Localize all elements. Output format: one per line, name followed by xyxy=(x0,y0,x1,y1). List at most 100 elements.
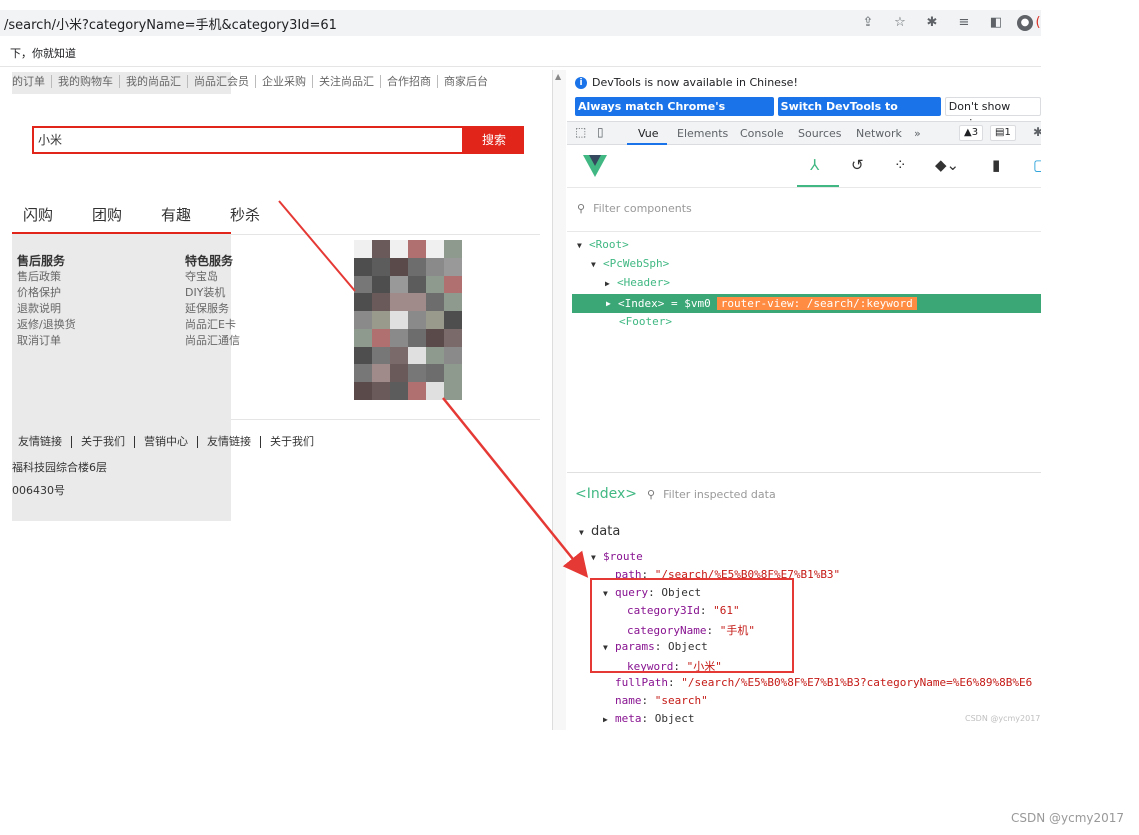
nav-item-fun[interactable]: 有趣 xyxy=(161,204,191,225)
device-toggle-icon[interactable]: ▯ xyxy=(597,125,604,139)
tab-network[interactable]: Network xyxy=(856,127,902,140)
service-link[interactable]: 取消订单 xyxy=(17,333,76,349)
topnav-item[interactable]: 企业采购 xyxy=(256,75,313,88)
inspect-element-icon[interactable]: ⬚ xyxy=(575,125,586,139)
messages-badge[interactable]: ▤1 xyxy=(990,125,1016,141)
icp-text: 006430号 xyxy=(12,484,65,497)
filter-inspected-data[interactable]: Filter inspected data xyxy=(663,488,776,501)
settings-icon[interactable]: ✱ xyxy=(1033,125,1041,139)
tab-console[interactable]: Console xyxy=(740,127,784,140)
service-link[interactable]: DIY装机 xyxy=(185,285,240,301)
data-row[interactable]: name: "search" xyxy=(615,694,708,707)
tab-elements[interactable]: Elements xyxy=(677,127,728,140)
data-section[interactable]: ▼ data xyxy=(579,524,620,539)
nav-item-group[interactable]: 团购 xyxy=(92,204,122,225)
qr-pixel xyxy=(372,328,390,347)
filter-components[interactable]: ⚲ Filter components xyxy=(577,202,692,215)
devtools-tabbar: ⬚ ▯ Vue Elements Console Sources Network… xyxy=(567,121,1041,145)
watermark: CSDN @ycmy2017 xyxy=(965,714,1041,723)
reading-list-icon[interactable]: ≡ xyxy=(953,13,975,33)
topnav-item[interactable]: 尚品汇会员 xyxy=(188,75,256,88)
active-tool-indicator xyxy=(797,185,839,187)
tab-sources[interactable]: Sources xyxy=(798,127,842,140)
qr-pixel xyxy=(354,346,372,365)
chart-icon[interactable]: ▮ xyxy=(992,156,1000,174)
service-link[interactable]: 夺宝岛 xyxy=(185,269,240,285)
topnav-item[interactable]: 我的尚品汇 xyxy=(120,75,188,88)
side-panel-icon[interactable]: ◧ xyxy=(985,13,1007,33)
update-icon[interactable]: ( xyxy=(1035,13,1041,33)
tree-node-index[interactable]: ▶ <Index> = $vm0 router-view: /search/:key… xyxy=(572,294,1041,313)
data-row[interactable]: ▼ $route xyxy=(591,550,643,563)
topnav-item[interactable]: 关注尚品汇 xyxy=(313,75,381,88)
tree-node-footer[interactable]: <Footer> xyxy=(619,315,672,328)
more-tabs-icon[interactable]: » xyxy=(914,127,921,140)
qr-pixel xyxy=(408,382,426,400)
service-link[interactable]: 价格保护 xyxy=(17,285,76,301)
data-row[interactable]: ▶ meta: Object xyxy=(603,712,695,725)
address-bar[interactable]: /search/小米?categoryName=手机&category3Id=6… xyxy=(0,10,1041,36)
data-key: name xyxy=(615,694,642,707)
highlight-box xyxy=(590,578,794,673)
share-icon[interactable]: ⇪ xyxy=(857,13,879,33)
scroll-up-icon[interactable]: ▲ xyxy=(555,72,561,81)
warnings-badge[interactable]: ▲3 xyxy=(959,125,984,141)
infobar-buttons: Always match Chrome's language Switch De… xyxy=(575,97,1041,132)
messages-count: 1 xyxy=(1004,127,1011,138)
topnav-item[interactable]: 我的购物车 xyxy=(52,75,120,88)
profile-icon[interactable]: ● xyxy=(1017,15,1033,31)
nav-item-seckill[interactable]: 秒杀 xyxy=(230,204,260,225)
extensions-icon[interactable]: ✱ xyxy=(921,13,943,33)
service-link[interactable]: 尚品汇E卡 xyxy=(185,317,240,333)
tree-node-header[interactable]: ▶ <Header> xyxy=(605,276,670,289)
nav-item-flash[interactable]: 闪购 xyxy=(23,204,53,225)
footer-link[interactable]: 营销中心 xyxy=(135,436,198,448)
topnav-item[interactable]: 商家后台 xyxy=(438,75,494,88)
footer-link[interactable]: 关于我们 xyxy=(261,436,323,448)
qr-pixel xyxy=(426,275,444,294)
service-link[interactable]: 返修/退换货 xyxy=(17,317,76,333)
site-nav: 闪购 团购 有趣 秒杀 xyxy=(23,204,299,225)
tree-node-root[interactable]: ▼ <Root> xyxy=(577,238,629,251)
bookmark-item[interactable]: 下，你就知道 xyxy=(10,45,76,61)
performance-icon[interactable]: ⁘ xyxy=(894,156,907,174)
qr-pixel xyxy=(354,328,372,347)
qr-pixel xyxy=(408,293,426,312)
components-icon[interactable]: ⅄ xyxy=(810,156,819,174)
qr-pixel xyxy=(444,257,462,276)
warnings-count: 3 xyxy=(971,127,979,138)
active-tab-indicator xyxy=(627,143,667,145)
star-icon[interactable]: ☆ xyxy=(889,13,911,33)
qr-pixel xyxy=(426,328,444,347)
topnav-item[interactable]: 的订单 xyxy=(12,75,52,88)
timeline-icon[interactable]: ↺ xyxy=(851,156,864,174)
qr-pixel xyxy=(390,240,408,258)
tab-vue[interactable]: Vue xyxy=(638,127,659,140)
topnav-item[interactable]: 合作招商 xyxy=(381,75,438,88)
routes-icon[interactable]: ◆⌄ xyxy=(935,156,959,174)
service-link[interactable]: 退款说明 xyxy=(17,301,76,317)
service-link[interactable]: 延保服务 xyxy=(185,301,240,317)
data-row[interactable]: fullPath: "/search/%E5%B0%8F%E7%B1%B3?ca… xyxy=(615,676,1032,689)
browser-toolbar: ⇪ ☆ ✱ ≡ ◧ ● ( xyxy=(847,13,1041,33)
watermark: CSDN @ycmy2017 xyxy=(1011,811,1125,825)
match-language-button[interactable]: Always match Chrome's language xyxy=(575,97,774,132)
qr-pixel xyxy=(354,364,372,383)
service-link[interactable]: 尚品汇通信 xyxy=(185,333,240,349)
tree-node-pcwebsph[interactable]: ▼ <PcWebSph> xyxy=(591,257,669,270)
service-link[interactable]: 售后政策 xyxy=(17,269,76,285)
section-label: data xyxy=(591,524,621,539)
data-key: fullPath xyxy=(615,676,668,689)
more-icon[interactable]: ▢ xyxy=(1033,156,1041,174)
dont-show-again-button[interactable]: Don't show again xyxy=(944,97,1041,130)
qr-pixel xyxy=(372,275,390,294)
panel-splitter[interactable] xyxy=(552,70,566,730)
switch-language-button[interactable]: Switch DevTools to Chinese xyxy=(777,97,941,132)
footer-link[interactable]: 关于我们 xyxy=(72,436,135,448)
url-text[interactable]: /search/小米?categoryName=手机&category3Id=6… xyxy=(4,14,337,33)
footer-link[interactable]: 友情链接 xyxy=(198,436,261,448)
footer-link[interactable]: 友情链接 xyxy=(18,436,72,448)
search-icon: ⚲ xyxy=(647,487,656,501)
search-button[interactable]: 搜索 xyxy=(464,126,524,154)
search-input[interactable]: 小米 xyxy=(32,126,464,154)
